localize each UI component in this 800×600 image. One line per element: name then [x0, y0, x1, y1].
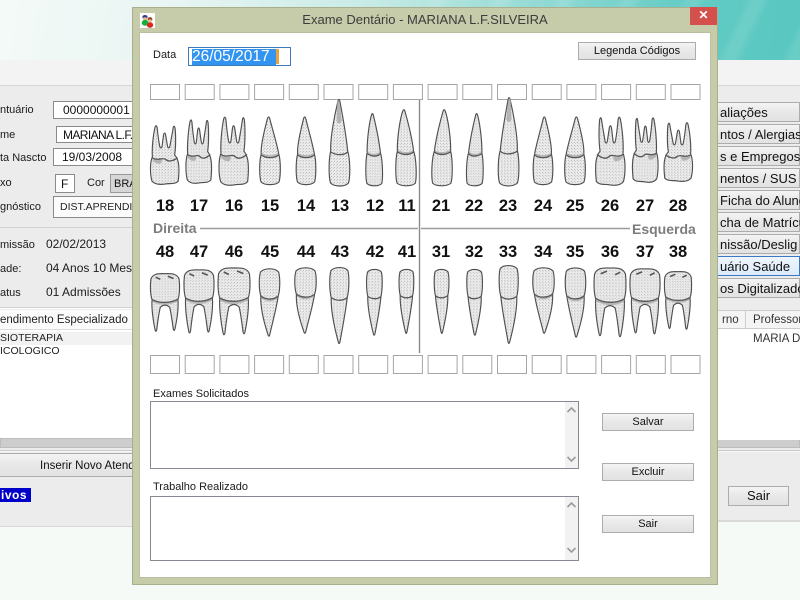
svg-text:35: 35 [566, 243, 584, 261]
svg-text:18: 18 [156, 197, 174, 215]
svg-text:34: 34 [534, 243, 553, 261]
svg-text:32: 32 [465, 243, 483, 261]
svg-text:36: 36 [601, 243, 619, 261]
svg-text:28: 28 [669, 197, 687, 215]
svg-text:31: 31 [432, 243, 450, 261]
svg-text:45: 45 [261, 243, 279, 261]
svg-text:24: 24 [534, 197, 553, 215]
svg-text:41: 41 [398, 243, 416, 261]
svg-text:37: 37 [636, 243, 654, 261]
svg-text:42: 42 [366, 243, 384, 261]
svg-text:25: 25 [566, 197, 584, 215]
svg-text:22: 22 [465, 197, 483, 215]
svg-text:17: 17 [190, 197, 208, 215]
svg-text:12: 12 [366, 197, 384, 215]
svg-text:Direita: Direita [153, 220, 197, 236]
svg-text:27: 27 [636, 197, 654, 215]
svg-text:33: 33 [499, 243, 517, 261]
svg-text:43: 43 [331, 243, 349, 261]
svg-text:16: 16 [225, 197, 243, 215]
svg-text:Esquerda: Esquerda [632, 221, 696, 237]
svg-text:38: 38 [669, 243, 687, 261]
svg-text:13: 13 [331, 197, 349, 215]
svg-text:48: 48 [156, 243, 174, 261]
svg-text:47: 47 [190, 243, 208, 261]
svg-text:26: 26 [601, 197, 619, 215]
svg-text:14: 14 [297, 197, 316, 215]
svg-text:11: 11 [398, 197, 415, 215]
svg-text:21: 21 [432, 197, 450, 215]
svg-text:23: 23 [499, 197, 517, 215]
svg-text:46: 46 [225, 243, 243, 261]
svg-text:15: 15 [261, 197, 279, 215]
svg-text:44: 44 [297, 243, 316, 261]
